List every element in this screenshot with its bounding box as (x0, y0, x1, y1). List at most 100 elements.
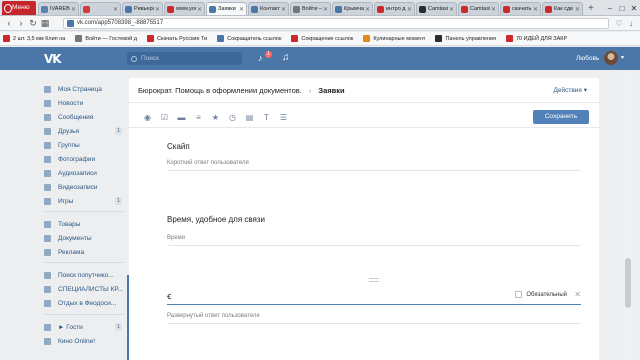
sidebar-item[interactable]: Документы (44, 232, 128, 244)
close-tab-icon[interactable]: ✕ (281, 6, 286, 13)
required-label: Обязательный (526, 291, 567, 298)
close-tab-icon[interactable]: ✕ (239, 6, 244, 13)
browser-tab[interactable]: Контакт ✕ (248, 2, 289, 15)
rating-icon[interactable]: ★ (211, 113, 220, 122)
new-tab-button[interactable]: + (588, 2, 594, 15)
question-input[interactable]: ꞓ Обязательный ✕ (167, 287, 581, 305)
short-text-icon[interactable]: ▬ (177, 113, 186, 122)
tab-favicon-icon (209, 5, 216, 13)
page-scrollbar-thumb[interactable] (625, 258, 631, 308)
browser-tab[interactable]: Camtasi ✕ (458, 2, 499, 15)
vk-logo[interactable]: VK (44, 52, 62, 66)
bookmark-item[interactable]: Скачать Русские Ти (146, 35, 207, 42)
time-icon[interactable]: ◷ (228, 113, 237, 122)
user-name[interactable]: Любовь (576, 55, 599, 62)
required-toggle[interactable]: Обязательный (515, 291, 567, 298)
sidebar-item[interactable]: Игры 1 (44, 195, 128, 207)
bookmark-favicon-icon (435, 35, 443, 42)
bookmark-item[interactable]: Панель управления (435, 35, 496, 42)
browser-tab[interactable]: Camtasia✕ (416, 2, 457, 15)
browser-tab[interactable]: Крымчак✕ (332, 2, 373, 15)
bookmark-label: Сокращатель ссылок (227, 35, 282, 42)
sidebar-item-count: 1 (114, 323, 122, 331)
sidebar-item[interactable]: Моя Страница (44, 83, 128, 95)
bookmark-item[interactable]: Сокращение ссылок (291, 35, 353, 42)
close-tab-icon[interactable]: ✕ (71, 6, 76, 13)
checkbox-icon[interactable]: ☑ (160, 113, 169, 122)
vk-search-input[interactable]: Поиск (127, 52, 242, 65)
sidebar-item[interactable]: Фотографии (44, 153, 128, 165)
long-text-icon[interactable]: ≡ (194, 113, 203, 122)
sidebar-item[interactable]: Отдых в Феодоси... (44, 297, 128, 309)
actions-menu[interactable]: Действия ▾ (553, 86, 587, 94)
form-field-time[interactable]: Время, удобное для связи Время (167, 215, 581, 246)
sidebar-item[interactable]: Сообщения (44, 111, 128, 123)
close-tab-icon[interactable]: ✕ (407, 6, 412, 13)
sidebar-item[interactable]: Друзья 1 (44, 125, 128, 137)
browser-tab[interactable]: IVAREBLC✕ (38, 2, 79, 15)
chevron-down-icon[interactable]: ▾ (621, 54, 624, 61)
browser-tab[interactable]: Заявки ✕ (206, 2, 247, 15)
delete-field-icon[interactable]: ✕ (574, 290, 581, 299)
sidebar-item[interactable]: Товары (44, 218, 128, 230)
maximize-icon[interactable]: □ (616, 2, 628, 15)
tab-favicon-icon (251, 5, 258, 13)
field-title: Время, удобное для связи (167, 215, 266, 224)
close-tab-icon[interactable]: ✕ (449, 6, 454, 13)
download-icon[interactable]: ↓ (625, 19, 637, 28)
back-icon[interactable]: ‹ (3, 17, 15, 30)
bookmark-item[interactable]: Кулинарные момент (363, 35, 425, 42)
save-button[interactable]: Сохранить (533, 110, 589, 124)
breadcrumb-app-link[interactable]: Бюрократ. Помощь в оформлении документов… (138, 86, 302, 95)
reload-icon[interactable]: ↻ (27, 17, 39, 30)
sidebar-item[interactable]: Видеозаписи (44, 181, 128, 193)
close-tab-icon[interactable]: ✕ (575, 6, 580, 13)
divider-icon[interactable]: ☰ (279, 113, 288, 122)
sidebar-item[interactable]: Аудиозаписи (44, 167, 128, 179)
music-icon[interactable]: ♫ (282, 52, 290, 63)
sidebar-item[interactable]: Кино Online! (44, 335, 128, 347)
sidebar-item[interactable]: Поиск попутчико... (44, 269, 128, 281)
url-field[interactable]: vk.com/app5708398_-88875517 (63, 17, 609, 29)
bookmark-item[interactable]: 2 шт. 3,5 мм Клип на (3, 35, 65, 42)
close-tab-icon[interactable]: ✕ (155, 6, 160, 13)
bookmark-item[interactable]: Войти — Гостевой д (75, 35, 137, 42)
close-tab-icon[interactable]: ✕ (113, 6, 118, 13)
browser-tab[interactable]: интро д ✕ (374, 2, 415, 15)
bookmark-item[interactable]: Сокращатель ссылок (217, 35, 281, 42)
opera-menu-button[interactable]: Меню (2, 1, 36, 15)
calendar-icon[interactable]: ▤ (245, 113, 254, 122)
avatar[interactable] (604, 51, 618, 65)
forward-icon[interactable]: › (15, 17, 27, 30)
text-cursor-icon: ꞓ (167, 291, 172, 301)
close-window-icon[interactable]: ✕ (628, 2, 640, 15)
bookmark-item[interactable]: 70 ИДЕЙ ДЛЯ ЗАКР (505, 35, 567, 42)
heading-icon[interactable]: T (262, 113, 271, 122)
browser-tab[interactable]: Войти —✕ (290, 2, 331, 15)
notifications-icon[interactable]: ♪ (258, 53, 263, 63)
close-tab-icon[interactable]: ✕ (323, 6, 328, 13)
drag-handle-icon[interactable] (369, 278, 379, 282)
sidebar-item[interactable]: ► Гости 1 (44, 321, 128, 333)
browser-tab[interactable]: Как сде ✕ (542, 2, 583, 15)
browser-tab[interactable]: www.you ✕ (164, 2, 205, 15)
sidebar-item[interactable]: Реклама (44, 246, 128, 258)
close-tab-icon[interactable]: ✕ (197, 6, 202, 13)
speed-dial-icon[interactable]: ▦ (39, 17, 51, 30)
sidebar-item[interactable]: СПЕЦИАЛИСТЫ КР... (44, 283, 128, 295)
sidebar-item[interactable]: Группы (44, 139, 128, 151)
radio-icon[interactable]: ◉ (143, 113, 152, 122)
page-scrollbar[interactable] (623, 70, 633, 360)
close-tab-icon[interactable]: ✕ (365, 6, 370, 13)
form-field-skype[interactable]: Скайп Короткий ответ пользователя (167, 142, 581, 171)
browser-tab[interactable]: ✕ (80, 2, 121, 15)
close-tab-icon[interactable]: ✕ (533, 6, 538, 13)
browser-tab[interactable]: Ривьера ✕ (122, 2, 163, 15)
tab-label: Ривьера (134, 6, 154, 12)
browser-tab[interactable]: скачать ✕ (500, 2, 541, 15)
bookmark-heart-icon[interactable]: ♡ (613, 19, 625, 28)
minimize-icon[interactable]: – (604, 2, 616, 15)
sidebar-item[interactable]: Новости (44, 97, 128, 109)
required-checkbox[interactable] (515, 291, 523, 298)
close-tab-icon[interactable]: ✕ (491, 6, 496, 13)
